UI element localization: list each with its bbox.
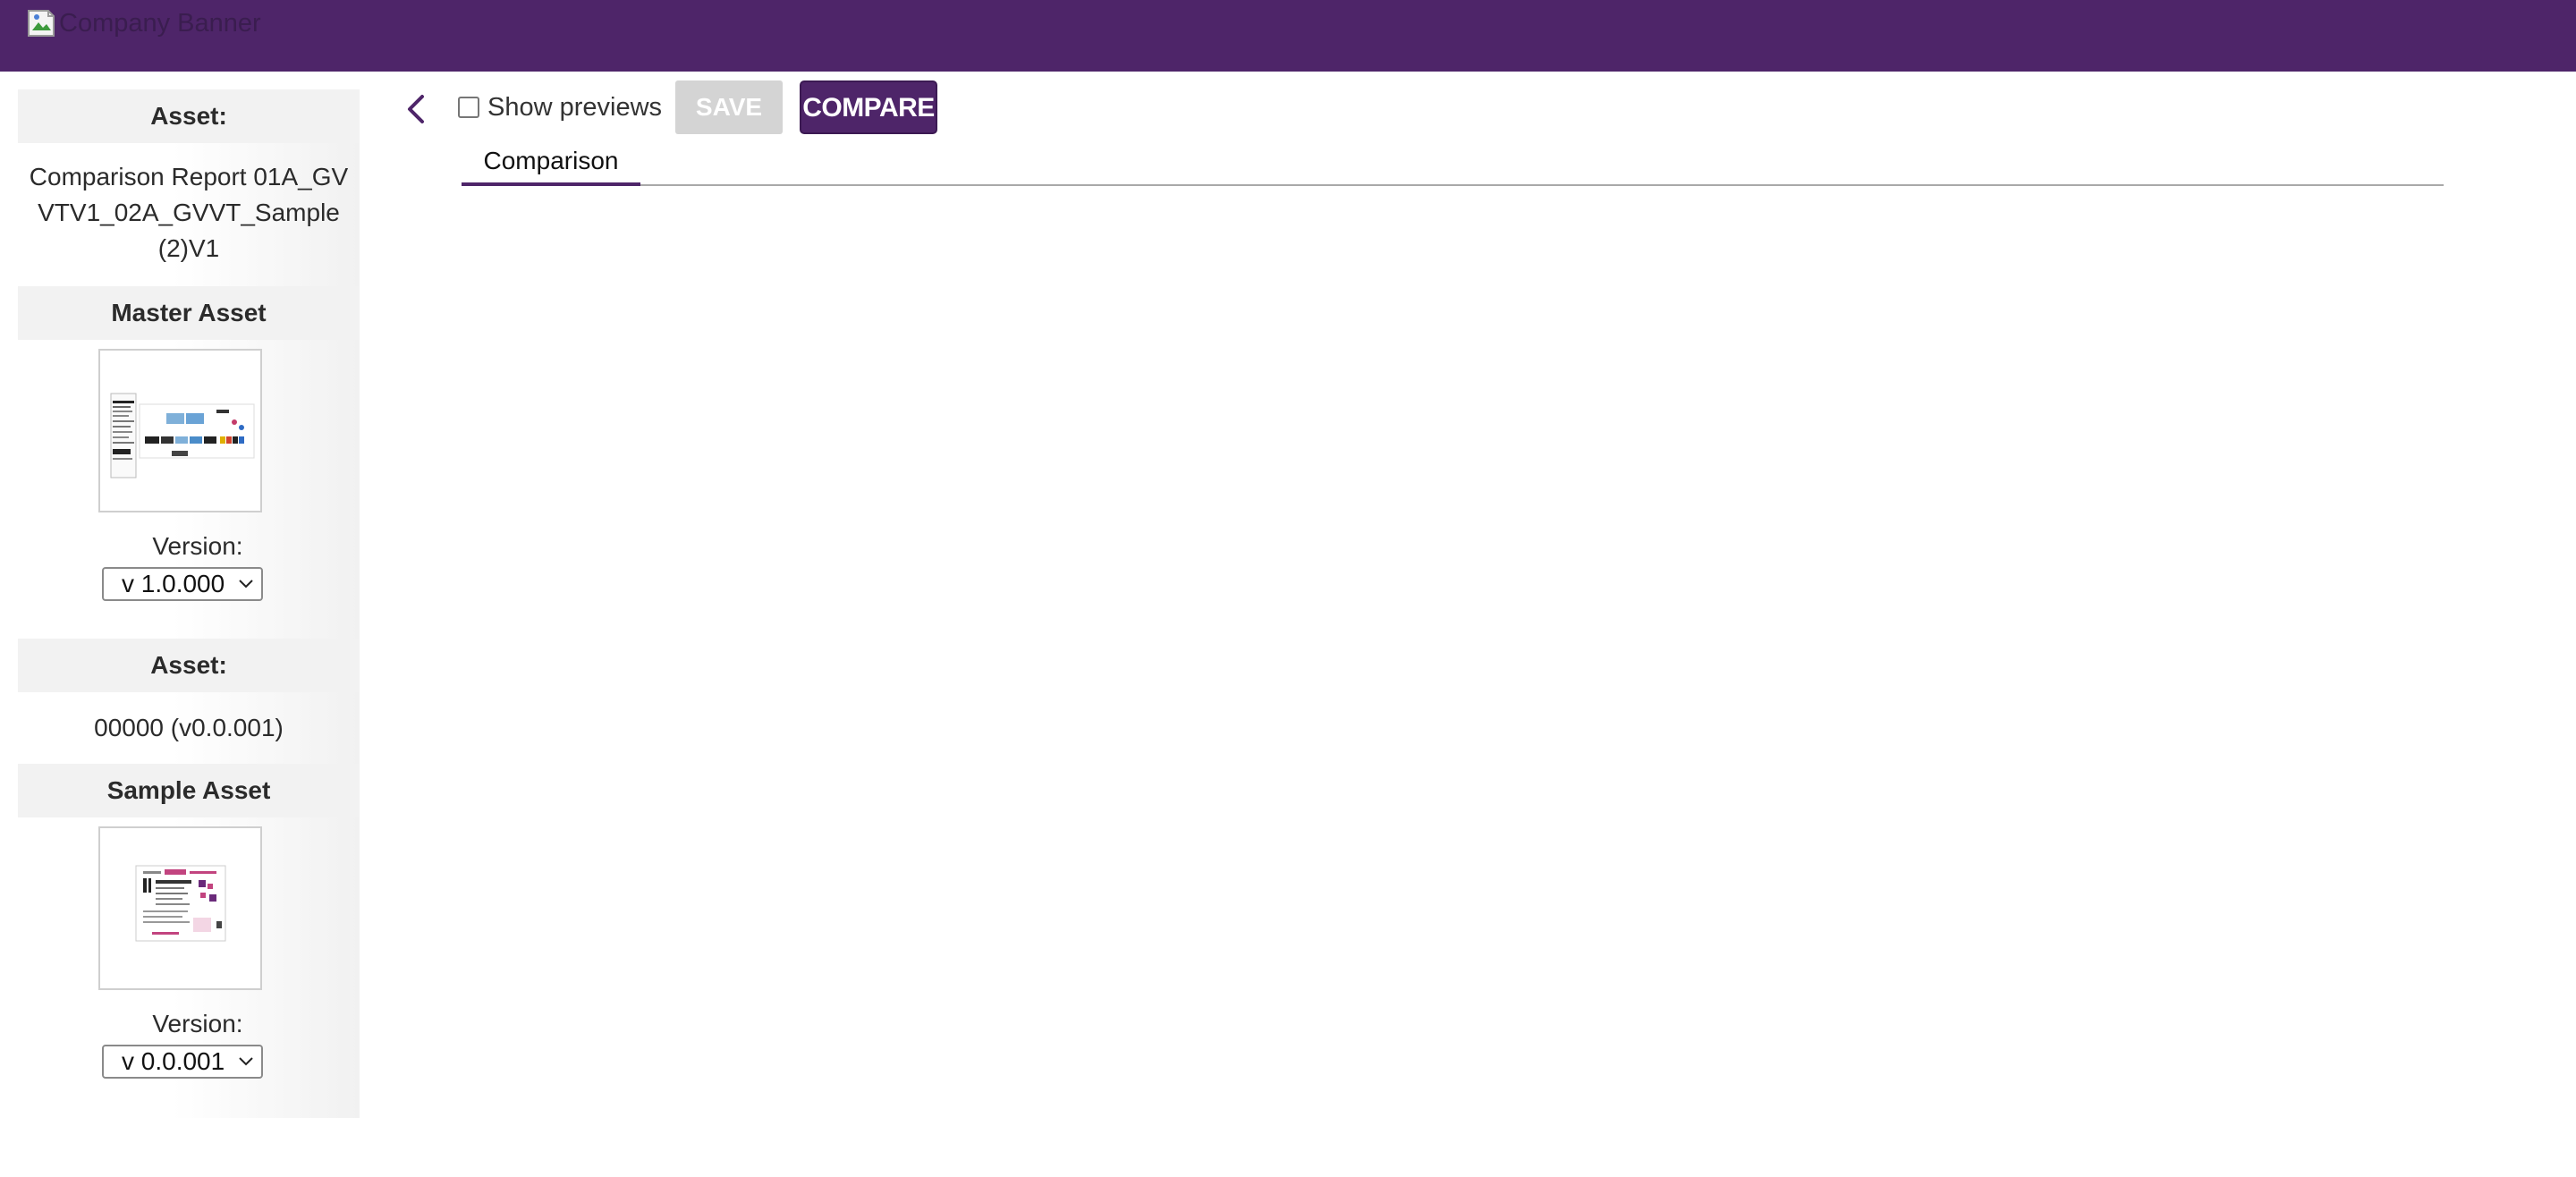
sample-asset-title: Sample Asset: [18, 764, 360, 817]
chevron-left-icon: [408, 95, 424, 123]
sample-version-value: v 0.0.001: [122, 1047, 225, 1075]
sample-asset-thumbnail[interactable]: [98, 826, 262, 990]
tabs-divider: [462, 184, 2444, 186]
master-asset-thumbnail[interactable]: [98, 349, 262, 512]
sample-asset-header: Asset:: [18, 639, 360, 692]
master-asset-header: Asset:: [18, 89, 360, 143]
broken-image-icon: [27, 9, 57, 38]
show-previews-label[interactable]: Show previews: [487, 91, 662, 123]
sample-version-label: Version:: [152, 1010, 243, 1037]
sample-version-select[interactable]: v 0.0.001: [102, 1045, 263, 1079]
banner-alt-text: Company Banner: [59, 9, 261, 38]
back-button[interactable]: [402, 91, 429, 127]
show-previews-checkbox[interactable]: [458, 97, 479, 118]
chevron-down-icon: [239, 1057, 253, 1066]
company-banner-image: Company Banner: [27, 9, 261, 38]
chevron-down-icon: [239, 580, 253, 588]
master-version-select[interactable]: v 1.0.000: [102, 567, 263, 601]
save-button[interactable]: SAVE: [675, 80, 783, 134]
master-asset-name: Comparison Report 01A_GVVTV1_02A_GVVT_Sa…: [29, 163, 349, 262]
compare-button[interactable]: COMPARE: [800, 80, 937, 134]
sample-thumbnail-graphic: [135, 865, 226, 942]
master-version-value: v 1.0.000: [122, 570, 225, 597]
tab-comparison[interactable]: Comparison: [462, 143, 640, 186]
master-asset-title: Master Asset: [18, 286, 360, 340]
top-banner: Company Banner: [0, 0, 2576, 72]
sample-asset-name: 00000 (v0.0.001): [94, 714, 284, 741]
master-version-label: Version:: [152, 532, 243, 560]
master-thumbnail-graphic: [110, 393, 255, 478]
asset-sidebar: Asset: Comparison Report 01A_GVVTV1_02A_…: [18, 89, 360, 1118]
